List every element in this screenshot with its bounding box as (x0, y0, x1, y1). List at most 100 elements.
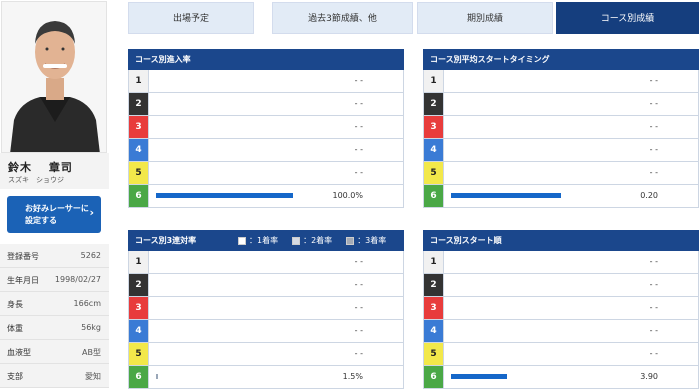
course-value: - - (354, 145, 363, 154)
lane-number: 4 (129, 139, 149, 161)
course-row: 4 - - (128, 320, 404, 343)
info-label: 生年月日 (7, 276, 39, 285)
course-value: - - (649, 122, 658, 131)
course-row: 2 - - (128, 274, 404, 297)
legend-swatch (346, 236, 355, 245)
lane-number: 4 (424, 139, 444, 161)
course-value: - - (649, 145, 658, 154)
lane-number: 3 (424, 116, 444, 138)
racer-name-kana: スズキ ショウジ (8, 176, 64, 184)
panel-title-text: コース別スタート順 (430, 236, 502, 245)
value-bar (156, 193, 293, 198)
racer-photo (1, 1, 107, 153)
course-value: - - (354, 349, 363, 358)
chevron-right-icon: › (89, 206, 94, 219)
course-value: - - (354, 122, 363, 131)
tab-1[interactable]: 出場予定 (128, 2, 254, 34)
panel-title: コース別平均スタートタイミング (423, 49, 699, 70)
course-row: 6 3.90 (423, 366, 699, 389)
favorite-racer-button[interactable]: お好みレーサーに 設定する › (7, 196, 101, 233)
lane-number: 5 (424, 162, 444, 184)
tab-4[interactable]: コース別成績 (556, 2, 699, 34)
course-row: 4 - - (423, 139, 699, 162)
lane-number: 6 (129, 185, 149, 207)
lane-number: 1 (129, 70, 149, 92)
course-row: 1 - - (128, 70, 404, 93)
info-label: 血液型 (7, 348, 31, 357)
info-value: 56kg (81, 323, 101, 332)
info-value: 5262 (80, 251, 101, 260)
legend-item: ：2着率 (292, 230, 332, 251)
course-value: - - (354, 99, 363, 108)
panel-title-text: コース別3連対率 (135, 236, 197, 245)
lane-number: 5 (129, 162, 149, 184)
course-row: 5 - - (423, 162, 699, 185)
course-row: 1 - - (423, 251, 699, 274)
lane-number: 3 (424, 297, 444, 319)
course-value: - - (354, 326, 363, 335)
panel-course-top3-rate: コース別3連対率 ：1着率 ：2着率 ：3着率 1 - - 2 - - 3 - - 4 - - 5 - -… (128, 230, 404, 389)
tab-bar: 出場予定 過去3節成績、他 期別成績 コース別成績 (128, 2, 699, 34)
lane-number: 6 (424, 366, 444, 388)
tab-3[interactable]: 期別成績 (417, 2, 553, 34)
course-row: 1 - - (423, 70, 699, 93)
lane-number: 3 (129, 297, 149, 319)
racer-name: 鈴木 章司 (8, 161, 73, 174)
lane-number: 2 (424, 93, 444, 115)
lane-number: 2 (129, 93, 149, 115)
value-bar (451, 374, 508, 379)
lane-number: 1 (424, 251, 444, 273)
value-bar (156, 374, 159, 379)
legend-swatch (238, 236, 246, 245)
course-row: 5 - - (128, 162, 404, 185)
course-row: 3 - - (423, 116, 699, 139)
lane-number: 6 (424, 185, 444, 207)
course-value: - - (649, 99, 658, 108)
course-row: 4 - - (128, 139, 404, 162)
course-row: 6 0.20 (423, 185, 699, 208)
panel-title: コース別スタート順 (423, 230, 699, 251)
info-row: 生年月日 1998/02/27 (0, 268, 109, 292)
legend-label: ：3着率 (357, 236, 387, 245)
course-row: 1 - - (128, 251, 404, 274)
course-row: 3 - - (128, 116, 404, 139)
course-value: - - (649, 257, 658, 266)
info-value: AB型 (82, 348, 101, 357)
info-row: 血液型 AB型 (0, 340, 109, 364)
course-value: - - (354, 168, 363, 177)
info-label: 体重 (7, 324, 23, 333)
course-value: - - (354, 76, 363, 85)
info-value: 1998/02/27 (54, 275, 101, 284)
course-value: - - (649, 76, 658, 85)
lane-number: 4 (424, 320, 444, 342)
course-row: 6 100.0% (128, 185, 404, 208)
lane-number: 2 (424, 274, 444, 296)
course-row: 2 - - (423, 274, 699, 297)
lane-number: 1 (129, 251, 149, 273)
course-value: 100.0% (332, 191, 363, 200)
course-value: - - (354, 257, 363, 266)
lane-number: 2 (129, 274, 149, 296)
info-label: 支部 (7, 372, 23, 381)
course-row: 2 - - (128, 93, 404, 116)
course-row: 5 - - (423, 343, 699, 366)
course-row: 3 - - (423, 297, 699, 320)
course-value: - - (354, 280, 363, 289)
course-row: 2 - - (423, 93, 699, 116)
info-value: 愛知 (85, 372, 101, 381)
legend-item: ：3着率 (346, 230, 386, 251)
course-value: 3.90 (640, 372, 658, 381)
legend-item: ：1着率 (238, 230, 278, 251)
course-row: 5 - - (128, 343, 404, 366)
info-label: 登録番号 (7, 252, 39, 261)
info-row: 体重 56kg (0, 316, 109, 340)
course-value: 1.5% (342, 372, 363, 381)
panel-title: コース別進入率 (128, 49, 404, 70)
course-value: - - (649, 168, 658, 177)
panel-title-text: コース別平均スタートタイミング (430, 55, 550, 64)
course-value: - - (649, 326, 658, 335)
tab-2[interactable]: 過去3節成績、他 (272, 2, 413, 34)
lane-number: 1 (424, 70, 444, 92)
legend-swatch (292, 236, 301, 245)
lane-number: 6 (129, 366, 149, 388)
